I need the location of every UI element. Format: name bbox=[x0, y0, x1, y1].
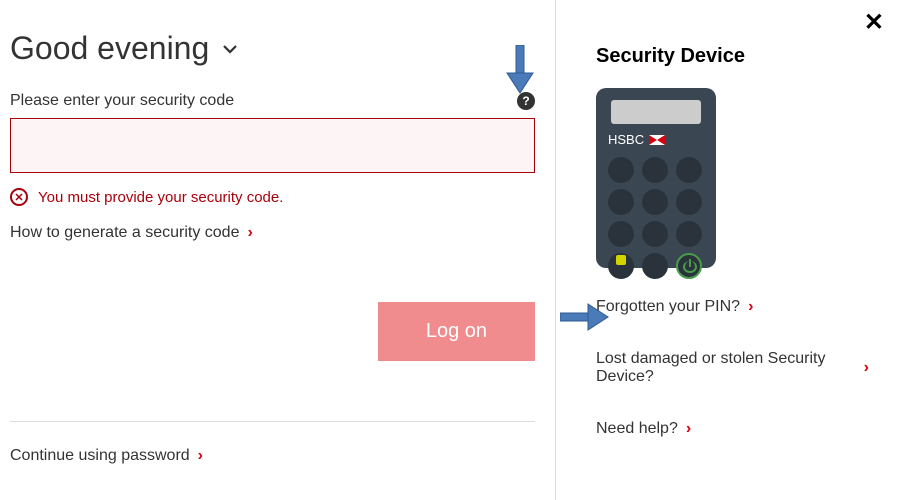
error-icon: ✕ bbox=[10, 188, 28, 206]
chevron-right-icon: › bbox=[198, 447, 203, 465]
error-message: ✕ You must provide your security code. bbox=[10, 188, 535, 206]
need-help-label: Need help? bbox=[596, 420, 678, 438]
side-links: Forgotten your PIN? › Lost damaged or st… bbox=[596, 298, 869, 448]
device-keypad bbox=[606, 157, 706, 279]
chevron-right-icon: › bbox=[748, 298, 753, 316]
generate-code-link[interactable]: How to generate a security code › bbox=[10, 224, 535, 242]
device-key bbox=[676, 221, 702, 247]
security-code-label: Please enter your security code bbox=[10, 92, 234, 110]
error-text: You must provide your security code. bbox=[38, 189, 283, 206]
continue-password-link[interactable]: Continue using password › bbox=[10, 447, 535, 465]
field-label-row: Please enter your security code ? bbox=[10, 92, 535, 110]
device-brand-text: HSBC bbox=[608, 132, 644, 147]
device-key bbox=[642, 189, 668, 215]
device-key bbox=[676, 157, 702, 183]
device-key bbox=[642, 221, 668, 247]
login-panel: Good evening Please enter your security … bbox=[0, 0, 555, 500]
device-key bbox=[676, 189, 702, 215]
forgotten-pin-link[interactable]: Forgotten your PIN? › bbox=[596, 298, 869, 316]
side-panel-title: Security Device bbox=[596, 45, 869, 68]
need-help-link[interactable]: Need help? › bbox=[596, 420, 869, 438]
close-button[interactable]: ✕ bbox=[864, 8, 884, 37]
power-button-icon bbox=[676, 253, 702, 279]
device-key bbox=[608, 253, 634, 279]
generate-code-label: How to generate a security code bbox=[10, 224, 239, 242]
device-key bbox=[608, 189, 634, 215]
alternate-login-section: Continue using password › bbox=[10, 421, 535, 475]
chevron-down-icon bbox=[221, 40, 239, 58]
lost-device-label: Lost damaged or stolen Security Device? bbox=[596, 350, 856, 386]
greeting-row[interactable]: Good evening bbox=[10, 30, 535, 67]
security-device-image: HSBC bbox=[596, 88, 716, 268]
yellow-button-icon bbox=[616, 255, 626, 265]
forgotten-pin-label: Forgotten your PIN? bbox=[596, 298, 740, 316]
chevron-right-icon: › bbox=[686, 420, 691, 438]
logon-button[interactable]: Log on bbox=[378, 302, 535, 361]
device-key bbox=[642, 253, 668, 279]
greeting-text: Good evening bbox=[10, 30, 209, 67]
device-key bbox=[642, 157, 668, 183]
chevron-right-icon: › bbox=[864, 359, 869, 377]
security-code-input[interactable] bbox=[10, 118, 535, 173]
continue-password-label: Continue using password bbox=[10, 447, 190, 465]
hsbc-logo-icon bbox=[649, 135, 665, 145]
lost-device-link[interactable]: Lost damaged or stolen Security Device? … bbox=[596, 350, 869, 386]
chevron-right-icon: › bbox=[247, 224, 252, 242]
help-icon[interactable]: ? bbox=[517, 92, 535, 110]
side-panel: Security Device HSBC Forgotten your PIN? bbox=[555, 0, 899, 500]
device-key bbox=[608, 221, 634, 247]
device-key bbox=[608, 157, 634, 183]
device-screen bbox=[611, 100, 701, 124]
device-brand: HSBC bbox=[606, 132, 706, 147]
